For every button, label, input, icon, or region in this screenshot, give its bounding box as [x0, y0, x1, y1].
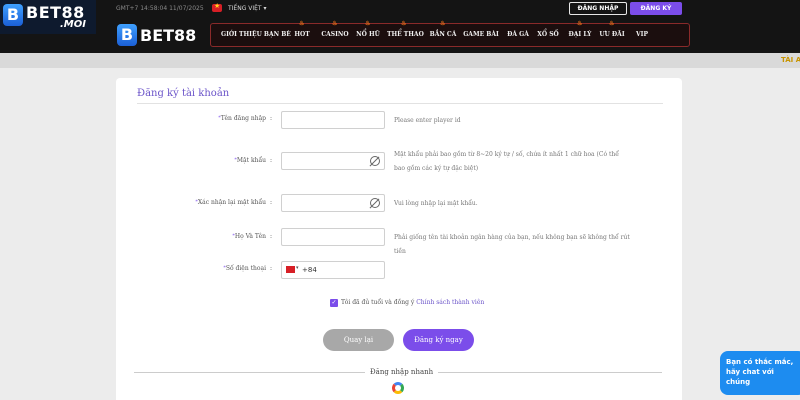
nav-item-label: GIỚI THIỆU BẠN BÈ [221, 31, 291, 38]
nav-item-label: XỔ SỐ [537, 31, 559, 38]
fire-icon: ♨ [577, 20, 583, 27]
label-colon: : [270, 115, 273, 122]
agree-text: Tôi đã đủ tuổi và đồng ý Chính sách thàn… [341, 299, 484, 306]
form-title: Đăng ký tài khoản [137, 88, 230, 99]
vn-flag-icon[interactable] [286, 266, 295, 273]
main-logo[interactable]: B BET88 [117, 24, 197, 48]
agree-label: Tôi đã đủ tuổi và đồng ý [341, 299, 417, 306]
fire-icon: ♨ [332, 20, 338, 27]
username-hint: Please enter player id [394, 117, 461, 124]
fire-icon: ♨ [299, 20, 305, 27]
nav-item-label: ĐẠI LÝ [568, 31, 592, 38]
register-button[interactable]: ĐĂNG KÝ [630, 2, 682, 15]
fire-icon: ♨ [365, 20, 371, 27]
phone-value: +84 [302, 266, 317, 274]
nav-item-fishing[interactable]: ♨ BẮN CÁ [429, 20, 457, 46]
fire-icon: ♨ [440, 20, 446, 27]
bet88-logo-icon: B [3, 4, 23, 26]
nav-item-hot[interactable]: ♨ HOT [291, 20, 313, 46]
password-label: *Mật khẩu [234, 157, 266, 164]
label-colon: : [270, 233, 273, 240]
main-nav: GIỚI THIỆU BẠN BÈ ♨ HOT ♨ CASINO ♨ NỔ HŨ ♨ T… [210, 20, 690, 47]
nav-item-label: GAME BÀI [463, 31, 499, 38]
confirm-password-input[interactable] [281, 194, 385, 212]
nav-item-label: CASINO [321, 31, 349, 38]
nav-item-label: NỔ HŨ [356, 31, 380, 38]
fire-icon: ♨ [609, 20, 615, 27]
divider [137, 103, 663, 104]
eye-slash-icon[interactable] [370, 198, 380, 208]
label-colon: : [270, 265, 273, 272]
phone-input[interactable]: ▾ +84 [281, 261, 385, 279]
label-text: Tên đăng nhập [220, 115, 266, 122]
member-policy-link[interactable]: Chính sách thành viên [416, 299, 484, 306]
confirm-password-hint: Vui lòng nhập lại mật khẩu. [394, 200, 478, 207]
nav-item-slots[interactable]: ♨ NỔ HŨ [355, 20, 381, 46]
label-colon: : [270, 157, 273, 164]
password-input[interactable] [281, 152, 385, 170]
back-button[interactable]: Quay lại [323, 329, 394, 351]
nav-item-card-games[interactable]: GAME BÀI [463, 24, 499, 46]
register-form-card: Đăng ký tài khoản *Tên đăng nhập : Pleas… [116, 78, 682, 400]
confirm-password-label: *Xác nhận lại mật khẩu [195, 199, 266, 206]
register-submit-button[interactable]: Đăng ký ngay [403, 329, 474, 351]
nav-item-vip[interactable]: VIP [631, 24, 653, 46]
nav-item-referral[interactable]: GIỚI THIỆU BẠN BÈ [221, 24, 291, 46]
site-logo-moi[interactable]: B BET88 .MOI [0, 0, 96, 34]
nav-item-label: BẮN CÁ [429, 31, 457, 38]
fire-icon: ♨ [401, 20, 407, 27]
logo-brand-text: BET88 [140, 26, 197, 45]
chevron-down-icon[interactable]: ▾ [296, 265, 299, 271]
agree-checkbox[interactable]: ✓ [330, 299, 338, 307]
password-hint: Mật khẩu phải bao gồm từ 8~20 ký tự / số… [394, 151, 619, 172]
username-label: *Tên đăng nhập [218, 115, 266, 122]
nav-item-agency[interactable]: ♨ ĐẠI LÝ [567, 20, 593, 46]
fullname-hint: Phải giống tên tài khoản ngân hàng của b… [394, 234, 630, 255]
logo-suffix-text: .MOI [60, 19, 86, 30]
chat-widget[interactable]: Bạn có thắc mắc, hãy chat với chúng [720, 351, 800, 395]
nav-item-label: ƯU ĐÃI [599, 31, 625, 38]
nav-item-cockfight[interactable]: ĐÁ GÀ [505, 24, 531, 46]
nav-item-label: ĐÁ GÀ [507, 31, 529, 38]
username-input[interactable] [281, 111, 385, 129]
fullname-input[interactable] [281, 228, 385, 246]
nav-item-promotions[interactable]: ♨ ƯU ĐÃI [599, 20, 625, 46]
announcement-marquee: TÀI A [0, 53, 800, 68]
login-button[interactable]: ĐĂNG NHẬP [569, 2, 627, 15]
label-text: Mật khẩu [236, 157, 266, 164]
label-text: Số điện thoại [225, 265, 266, 272]
marquee-text: TÀI A [781, 56, 800, 64]
server-clock: GMT+7 14:58:04 11/07/2025 [116, 5, 204, 12]
top-header: B BET88 .MOI GMT+7 14:58:04 11/07/2025 T… [0, 0, 800, 53]
phone-label: *Số điện thoại [223, 265, 266, 272]
bet88-logo-icon: B [117, 24, 137, 46]
nav-item-casino[interactable]: ♨ CASINO [319, 20, 351, 46]
label-text: Họ Và Tên [234, 233, 266, 240]
vn-flag-icon [212, 2, 222, 12]
nav-item-label: THỂ THAO [387, 31, 424, 38]
nav-item-lottery[interactable]: XỔ SỐ [535, 24, 561, 46]
nav-item-sports[interactable]: ♨ THỂ THAO [387, 20, 424, 46]
fullname-label: *Họ Và Tên [232, 233, 266, 240]
label-colon: : [270, 199, 273, 206]
quick-login-label: Đăng nhập nhanh [365, 368, 439, 376]
nav-item-label: HOT [294, 31, 310, 38]
nav-item-label: VIP [636, 31, 648, 38]
google-icon[interactable] [392, 382, 404, 394]
language-selector[interactable]: TIẾNG VIỆT ▾ [228, 5, 267, 12]
eye-slash-icon[interactable] [370, 156, 380, 166]
label-text: Xác nhận lại mật khẩu [197, 199, 266, 206]
